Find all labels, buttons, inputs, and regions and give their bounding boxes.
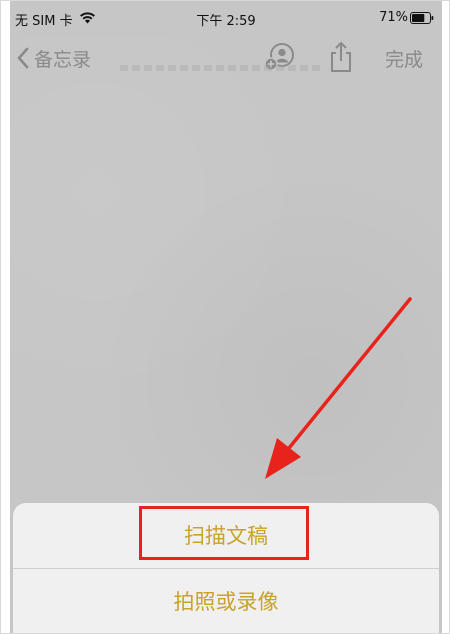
battery-icon [410,12,434,24]
notes-screen: 无 SIM 卡 下午 2:59 71% 备忘录 完成 扫描文稿 拍照或录像 [10,1,442,633]
back-label: 备忘录 [34,48,92,71]
take-photo-or-video-option[interactable]: 拍照或录像 [13,569,439,633]
battery-percentage: 71% [379,10,408,25]
back-button[interactable]: 备忘录 [16,43,91,73]
chevron-left-icon [17,47,29,69]
status-bar: 无 SIM 卡 下午 2:59 71% [10,1,442,37]
clock: 下午 2:59 [196,14,256,29]
annotation-highlight-box [139,506,309,560]
screenshot-frame: 无 SIM 卡 下午 2:59 71% 备忘录 完成 扫描文稿 拍照或录像 [0,0,450,634]
done-button[interactable]: 完成 [385,45,423,72]
share-icon[interactable] [328,41,354,73]
faint-watermark-text [120,65,320,71]
